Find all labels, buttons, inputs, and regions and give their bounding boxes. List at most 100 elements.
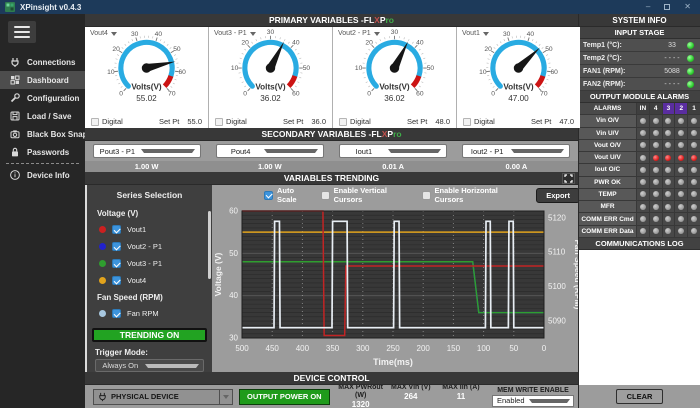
- svg-text:0: 0: [542, 344, 547, 353]
- input-stage-value: - - - -: [657, 55, 687, 62]
- digital-checkbox[interactable]: [215, 118, 223, 126]
- series-checkbox[interactable]: [112, 309, 121, 318]
- clear-log-button[interactable]: CLEAR: [616, 389, 664, 404]
- secondary-channel-value: 1.00 W: [208, 161, 331, 172]
- series-item-vout4: Vout4: [87, 272, 212, 289]
- chevron-down-icon: [388, 149, 442, 153]
- digital-checkbox[interactable]: [91, 118, 99, 126]
- series-item-vout1: Vout1: [87, 221, 212, 238]
- sidebar-item-dashboard[interactable]: Dashboard: [0, 71, 85, 89]
- secondary-channel-name: Iout2 - P1: [463, 147, 511, 156]
- alarm-led-red: [665, 155, 671, 161]
- output-power-button[interactable]: OUTPUT POWER ON: [239, 389, 330, 405]
- alarm-led-off: [640, 216, 646, 222]
- alarm-led-off: [653, 142, 659, 148]
- trending-on-button[interactable]: TRENDING ON: [92, 328, 207, 342]
- alarm-led-off: [653, 216, 659, 222]
- sidebar-item-black-box-snapshot[interactable]: Black Box Snapshot: [0, 125, 85, 143]
- svg-text:40: 40: [229, 291, 238, 300]
- minimize-button[interactable]: –: [646, 3, 650, 11]
- alarm-led-off: [640, 191, 646, 197]
- alarm-led-off: [678, 228, 684, 234]
- gauge-channel-dropdown[interactable]: Vout2 - P1: [338, 30, 380, 37]
- svg-text:30: 30: [131, 31, 139, 38]
- status-led: [687, 42, 694, 49]
- alarm-led-off: [678, 167, 684, 173]
- alarm-led-off: [640, 179, 646, 185]
- vertical-cursors-checkbox[interactable]: Enable Vertical Cursors: [321, 186, 416, 204]
- export-button[interactable]: Export: [536, 188, 580, 203]
- input-stage-row: Temp2 (°C):- - - -: [579, 52, 700, 65]
- secondary-channel-name: Pout3 - P1: [94, 147, 142, 156]
- series-checkbox[interactable]: [112, 259, 121, 268]
- svg-text:150: 150: [447, 344, 461, 353]
- setpoint-label: Set Pt: [407, 117, 427, 126]
- digital-label: Digital: [474, 117, 495, 126]
- close-button[interactable]: ✕: [684, 3, 691, 11]
- alarm-cell: [674, 164, 687, 175]
- trend-chart: 3040506050905100511051205004504003503002…: [212, 205, 580, 372]
- system-info-panel: SYSTEM INFO INPUT STAGE Temp1 (°C):33Tem…: [578, 14, 700, 408]
- sidebar-item-load-save[interactable]: Load / Save: [0, 107, 85, 125]
- maximize-button[interactable]: [664, 4, 670, 10]
- secondary-channel-dropdown[interactable]: Iout2 - P1: [462, 144, 570, 158]
- horizontal-cursors-checkbox[interactable]: Enable Horizontal Cursors: [422, 186, 527, 204]
- sidebar-item-configuration[interactable]: Configuration: [0, 89, 85, 107]
- alarm-cell: [674, 115, 687, 126]
- hamburger-menu-icon[interactable]: [8, 21, 36, 43]
- brand-flxpro: FLXPro: [371, 129, 401, 139]
- alarm-cell: [636, 189, 649, 200]
- sidebar-item-device-info[interactable]: Device Info: [0, 166, 85, 184]
- secondary-channel-dropdown[interactable]: Pout3 - P1: [93, 144, 201, 158]
- alarms-header-row: ALARMSIN4321: [579, 103, 700, 115]
- alarm-led-off: [691, 118, 697, 124]
- input-stage-label: FAN2 (RPM):: [583, 81, 657, 88]
- main-content: PRIMARY VARIABLES - FLXPro Vout401020304…: [85, 14, 578, 408]
- series-checkbox[interactable]: [112, 242, 121, 251]
- alarm-cell: [649, 115, 662, 126]
- metric-label: MAX Vin (V): [386, 384, 436, 392]
- alarm-led-off: [640, 118, 646, 124]
- setpoint-value: 48.0: [435, 117, 450, 126]
- gauge-channel-dropdown[interactable]: Vout1: [462, 30, 489, 37]
- svg-text:30: 30: [503, 31, 511, 38]
- device-selector-dropdown[interactable]: PHYSICAL DEVICE: [93, 389, 233, 405]
- alarm-led-off: [653, 130, 659, 136]
- digital-checkbox[interactable]: [339, 118, 347, 126]
- communications-log-header: COMMUNICATIONS LOG: [579, 238, 700, 250]
- alarm-cell: [662, 213, 675, 224]
- variables-trending-title: VARIABLES TRENDING: [284, 173, 379, 183]
- series-scrollbar[interactable]: [208, 211, 211, 279]
- setpoint: Set Pt55.0: [159, 117, 202, 126]
- input-stage-label: Temp1 (°C):: [583, 42, 657, 49]
- status-led: [687, 81, 694, 88]
- svg-text:36.02: 36.02: [260, 94, 281, 103]
- series-checkbox[interactable]: [112, 225, 121, 234]
- series-selection-panel: Series Selection Voltage (V)Vout1Vout2 -…: [87, 185, 212, 372]
- sidebar-item-passwords[interactable]: Passwords: [0, 143, 85, 161]
- alarm-cell: [649, 226, 662, 237]
- alarm-cell: [636, 140, 649, 151]
- svg-text:250: 250: [386, 344, 400, 353]
- gauge-channel-dropdown[interactable]: Vout3 - P1: [214, 30, 256, 37]
- mem-write-dropdown[interactable]: Enabled: [492, 395, 574, 407]
- sidebar-item-connections[interactable]: Connections: [0, 53, 85, 71]
- gauge-channel-dropdown[interactable]: Vout4: [90, 30, 117, 37]
- digital-checkbox[interactable]: [463, 118, 471, 126]
- input-stage-label: FAN1 (RPM):: [583, 68, 657, 75]
- svg-text:5100: 5100: [548, 282, 566, 291]
- mem-write-value: Enabled: [493, 396, 529, 405]
- expand-chart-button[interactable]: [562, 173, 575, 184]
- secondary-channel-dropdown[interactable]: Pout4: [216, 144, 324, 158]
- secondary-channel-dropdown[interactable]: Iout1: [339, 144, 447, 158]
- svg-text:40: 40: [527, 31, 535, 38]
- series-checkbox[interactable]: [112, 276, 121, 285]
- input-stage-value: 33: [657, 42, 687, 49]
- alarm-led-off: [691, 204, 697, 210]
- alarms-column-in: IN: [636, 103, 649, 114]
- svg-text:20: 20: [484, 46, 492, 53]
- trigger-mode-dropdown[interactable]: Always On: [95, 359, 204, 372]
- svg-text:50: 50: [427, 65, 435, 72]
- auto-scale-checkbox[interactable]: Auto Scale: [264, 186, 315, 204]
- svg-text:50: 50: [303, 65, 311, 72]
